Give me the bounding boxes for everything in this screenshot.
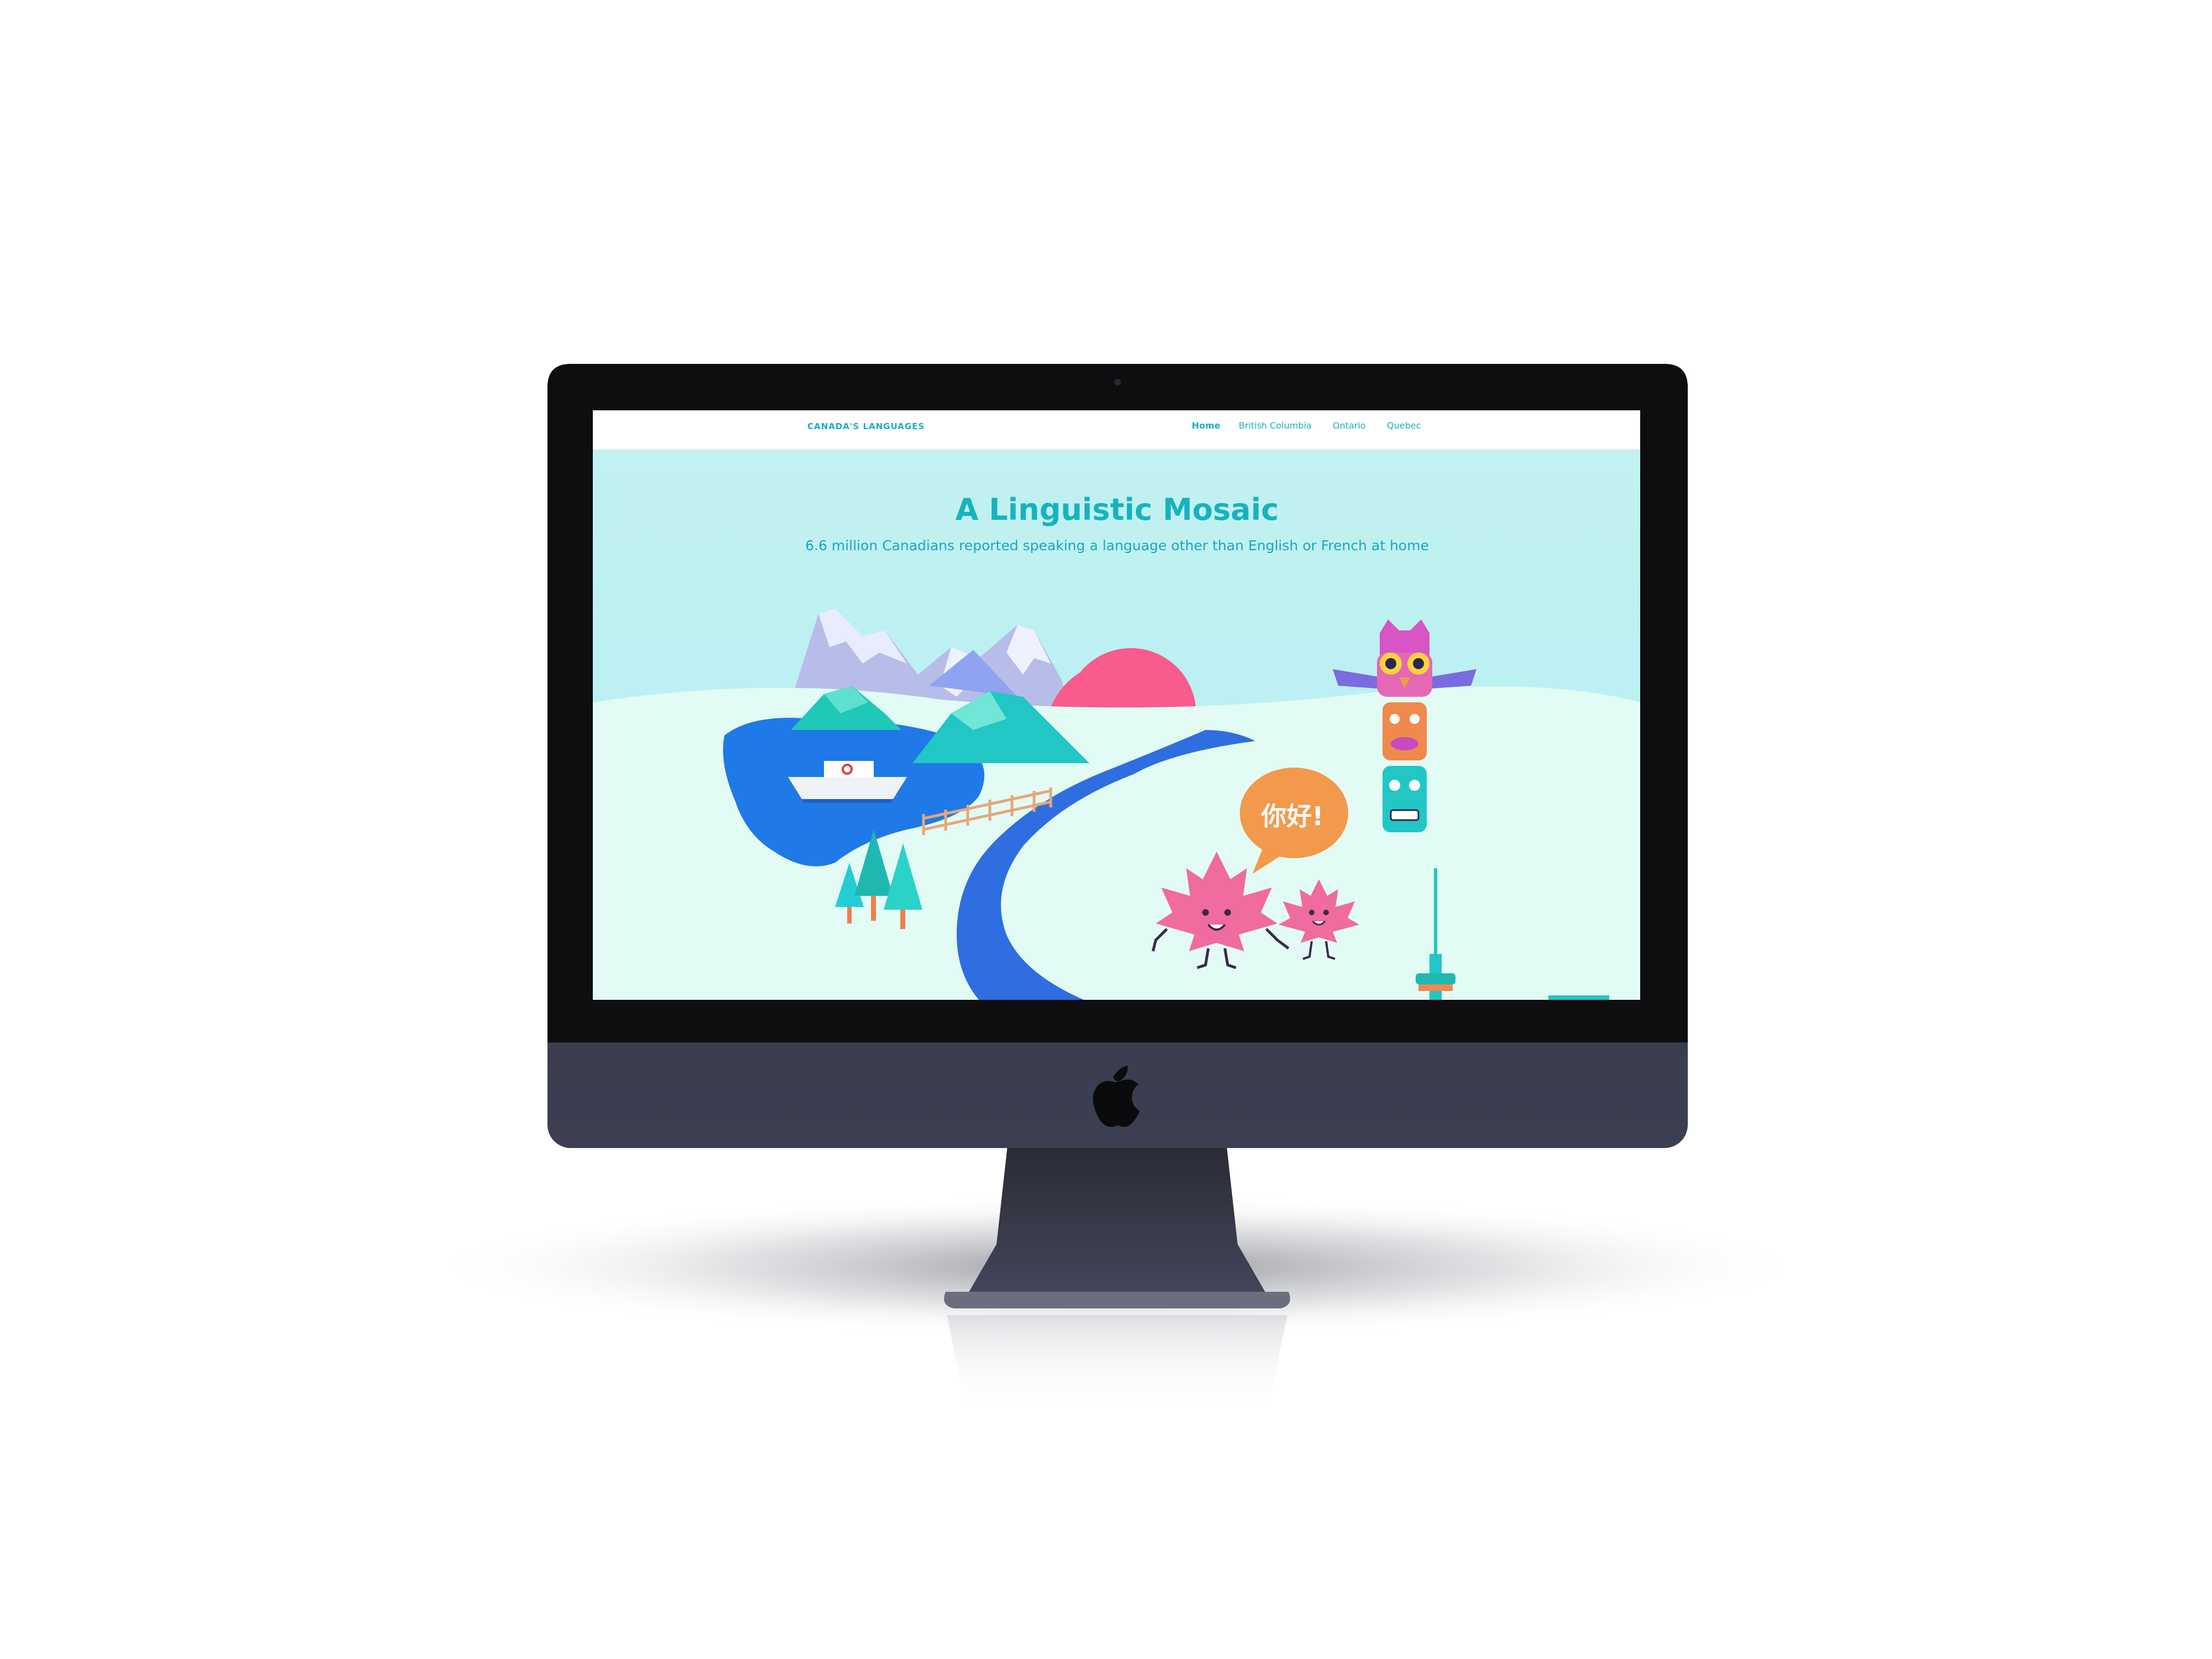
nav-link-quebec[interactable]: Quebec <box>1387 420 1421 431</box>
nav-bar <box>593 410 1640 449</box>
webcam-dot <box>1114 379 1121 385</box>
stand-reflection <box>947 1315 1287 1416</box>
scene-svg <box>420 364 1814 1416</box>
speech-bubble-text: 你好! <box>1261 801 1324 831</box>
nav-link-home[interactable]: Home <box>1192 420 1220 431</box>
nav-link-british-columbia[interactable]: British Columbia <box>1239 420 1312 431</box>
hero-subtitle: 6.6 million Canadians reported speaking … <box>805 538 1429 554</box>
imac-mockup: CANADA'S LANGUAGES Home British Columbia… <box>0 0 2212 1659</box>
site-logo-text[interactable]: CANADA'S LANGUAGES <box>807 421 925 431</box>
nav-link-ontario[interactable]: Ontario <box>1333 420 1366 431</box>
hero-title: A Linguistic Mosaic <box>955 492 1279 527</box>
